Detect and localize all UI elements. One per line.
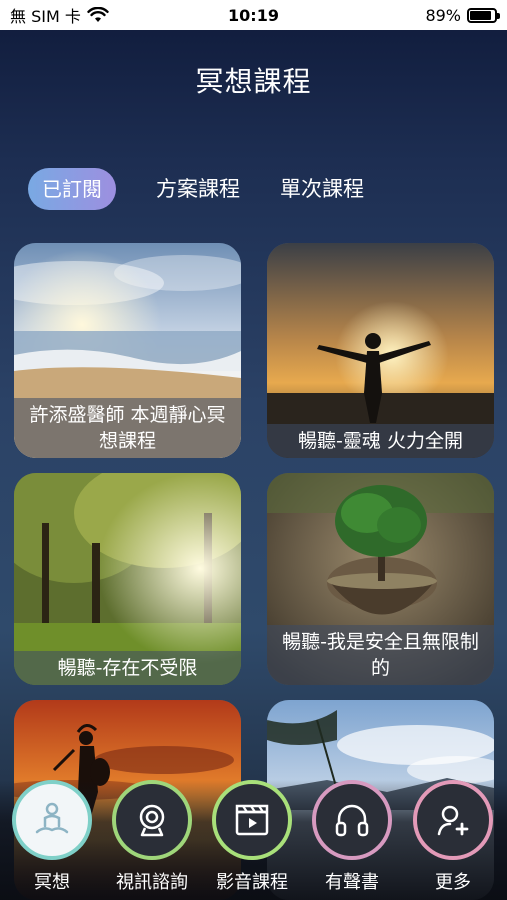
nav-label: 冥想: [34, 872, 70, 893]
course-card-label: 暢聽-存在不受限: [14, 651, 241, 685]
course-card-label: 暢聽-靈魂 火力全開: [267, 424, 494, 458]
status-time: 10:19: [228, 5, 279, 25]
status-left: 無 SIM 卡: [10, 3, 109, 27]
nav-label: 視訊諮詢: [116, 872, 188, 893]
nav-circle: [212, 780, 292, 860]
course-card-label: 暢聽-我是安全且無限制的: [267, 625, 494, 685]
tab-program-courses[interactable]: 方案課程: [156, 168, 240, 210]
course-card-safe-unlimited[interactable]: 暢聽-我是安全且無限制的: [267, 473, 494, 685]
nav-item-video-courses[interactable]: 影音課程: [202, 780, 302, 894]
battery-icon: [467, 7, 500, 23]
headphones-icon: [335, 804, 369, 837]
nav-circle: [413, 780, 493, 860]
tab-subscribed[interactable]: 已訂閱: [28, 168, 116, 210]
nav-label: 有聲書: [325, 872, 379, 893]
nav-circle: [112, 780, 192, 860]
battery-fill: [470, 10, 492, 20]
carrier-text: 無 SIM 卡: [10, 7, 81, 26]
bottom-nav: 冥想 視訊諮詢 影音課程 有聲書 更多: [0, 780, 507, 900]
nav-label: 影音課程: [216, 872, 288, 893]
webcam-icon: [139, 804, 165, 837]
status-bar: 無 SIM 卡 10:19 89%: [0, 0, 507, 30]
nav-circle: [12, 780, 92, 860]
nav-item-video-consult[interactable]: 視訊諮詢: [102, 780, 202, 894]
add-user-icon: [437, 805, 469, 836]
status-right: 89%: [425, 5, 500, 25]
page-title: 冥想課程: [195, 65, 312, 98]
course-card-weekly-meditation[interactable]: 許添盛醫師 本週靜心冥想課程: [14, 243, 241, 458]
nav-label: 更多: [435, 872, 471, 893]
battery-percent: 89%: [425, 5, 461, 25]
course-tabs: 已訂閱 方案課程 單次課程: [28, 168, 364, 210]
nav-circle: [312, 780, 392, 860]
nav-item-more[interactable]: 更多: [403, 780, 503, 894]
film-clapper-icon: [235, 804, 269, 836]
course-card-label: 許添盛醫師 本週靜心冥想課程: [14, 398, 241, 458]
course-card-unlimited-existence[interactable]: 暢聽-存在不受限: [14, 473, 241, 685]
course-card-soul-fire[interactable]: 暢聽-靈魂 火力全開: [267, 243, 494, 458]
tab-single-courses[interactable]: 單次課程: [280, 168, 364, 210]
nav-item-audiobooks[interactable]: 有聲書: [302, 780, 402, 894]
wifi-icon: [87, 7, 109, 22]
nav-item-meditation[interactable]: 冥想: [2, 780, 102, 894]
meditation-icon: [35, 802, 69, 834]
